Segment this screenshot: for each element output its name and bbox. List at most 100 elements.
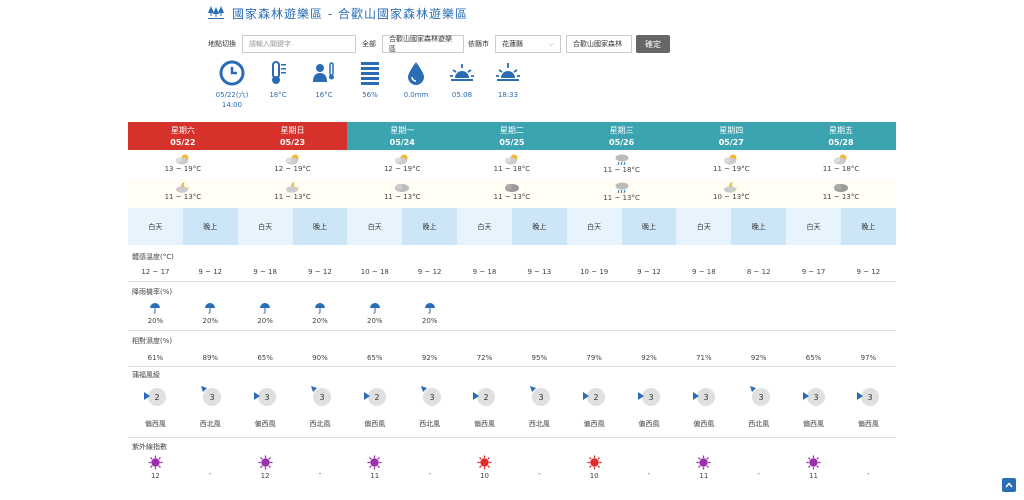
feels-value: 9 ~ 12 — [198, 268, 223, 276]
svg-text:3: 3 — [539, 393, 544, 402]
wind-direction: 西北風 — [419, 420, 441, 428]
temp-range: 11 ~ 19°C — [713, 165, 750, 173]
wind-cell: 3 西北風 — [293, 383, 348, 429]
wind-cell: 3 西北風 — [512, 383, 567, 429]
rain-value: 20% — [367, 317, 383, 325]
rain-label: 降雨機率(%) — [132, 288, 173, 296]
rainfall-now: 0.0mm — [396, 60, 436, 100]
uv-sun-icon — [258, 455, 273, 470]
wind-direction-icon: 3 — [310, 386, 331, 406]
confirm-button[interactable]: 確定 — [636, 35, 670, 53]
feels-cell: 9 ~ 12 — [183, 268, 238, 276]
humidity-cell: 65% — [786, 354, 841, 362]
rain-cell — [457, 302, 512, 325]
svg-text:3: 3 — [319, 393, 324, 402]
person-temp-icon — [313, 62, 334, 82]
uv-sun-icon — [367, 455, 382, 470]
keyword-input[interactable]: 請輸入關鍵字 — [242, 35, 356, 53]
uv-value: 10 — [589, 472, 599, 480]
uv-value: - — [647, 470, 651, 478]
day-header-row: 星期六 05/22 星期日 05/23 星期一 05/24 星期二 05/25 星期三 0… — [128, 122, 896, 150]
uv-value: 11 — [370, 472, 380, 480]
temp-range: 11 ~ 18°C — [493, 165, 531, 173]
day-temp-cell: 12 ~ 19°C — [347, 151, 457, 179]
uv-value: 11 — [809, 472, 818, 480]
uv-value: - — [757, 470, 760, 478]
humidity-cell: 72% — [457, 354, 512, 362]
uv-value: - — [867, 470, 870, 478]
county-select[interactable]: 花蓮縣 ⌵ — [495, 35, 561, 53]
rain-cell: 20% — [183, 302, 238, 325]
wind-direction-icon: 3 — [802, 388, 825, 406]
wind-cell: 2 偏西風 — [567, 383, 622, 429]
title-row: 國家森林遊樂區 - 合歡山國家森林遊樂區 — [128, 0, 896, 26]
sunrise-now: 05:08 — [442, 60, 482, 100]
svg-text:3: 3 — [758, 393, 763, 402]
area-select-2[interactable]: 合歡山國家森林 — [566, 35, 632, 53]
day-temp-cell: 11 ~ 18°C — [567, 151, 677, 179]
umbrella-icon — [314, 303, 325, 314]
feels-value: 9 ~ 12 — [637, 268, 661, 276]
feels-cell: 9 ~ 18 — [457, 268, 512, 276]
humidity-value: 92% — [421, 354, 438, 362]
svg-text:3: 3 — [648, 393, 653, 402]
night-temp-cell: 11 ~ 13°C — [347, 179, 457, 207]
feels-cell: 10 ~ 19 — [567, 268, 622, 276]
uv-sun-icon — [696, 455, 711, 470]
rain-cell: 20% — [293, 302, 348, 325]
daytime-label: 白天 — [237, 208, 293, 245]
chevron-up-icon — [1005, 482, 1013, 488]
night-temp-cell: 11 ~ 13°C — [786, 179, 896, 207]
svg-text:3: 3 — [813, 393, 818, 402]
uv-cell: 10 — [457, 455, 512, 480]
wind-direction-icon: 3 — [420, 386, 441, 406]
night-temp-cell: 10 ~ 13°C — [676, 179, 786, 207]
night-label: 晚上 — [731, 208, 787, 245]
wind-cell: 3 偏西風 — [786, 383, 841, 429]
uv-value: 10 — [480, 472, 489, 480]
wind-direction-icon: 3 — [530, 386, 551, 406]
svg-text:3: 3 — [703, 393, 708, 402]
county-label: 依縣市 — [468, 40, 489, 48]
humidity-value: 97% — [860, 354, 877, 362]
area-select[interactable]: 合歡山國家森林遊樂區 — [382, 35, 464, 53]
rain-cell — [731, 302, 786, 325]
day-header: 星期日 05/23 — [237, 122, 348, 150]
temp-range: 11 ~ 13°C — [383, 193, 421, 201]
humidity-value: 72% — [476, 354, 493, 362]
humidity-cell: 97% — [841, 354, 896, 362]
daytime-label: 白天 — [347, 208, 403, 245]
partly-cloudy-icon — [457, 153, 567, 165]
cloudy-rain-icon — [567, 153, 677, 166]
umbrella-icon — [260, 303, 271, 314]
uv-row: 12 - 12 - 11 - 10 - 10 - 11 - 11 - — [128, 455, 896, 480]
uv-value: 12 — [260, 472, 270, 480]
feels-cell: 12 ~ 17 — [128, 268, 183, 276]
temp-range: 11 ~ 18°C — [603, 166, 640, 174]
rain-cell — [676, 302, 731, 325]
forest-icon — [208, 6, 224, 19]
svg-text:2: 2 — [155, 393, 160, 402]
wind-cell: 2 偏西風 — [457, 383, 512, 429]
temp-range: 11 ~ 13°C — [603, 194, 640, 202]
thermometer-icon — [272, 61, 286, 84]
wind-cell: 3 西北風 — [183, 383, 238, 429]
wind-direction: 偏西風 — [254, 420, 276, 428]
scroll-top-button[interactable] — [1002, 478, 1016, 492]
temp-range: 11 ~ 13°C — [493, 193, 531, 201]
temp-range: 13 ~ 19°C — [164, 165, 202, 173]
day-temp-cell: 13 ~ 19°C — [128, 151, 238, 179]
rain-value: 20% — [202, 317, 219, 325]
day-temp-cell: 11 ~ 19°C — [676, 151, 786, 179]
feels-value: 12 ~ 17 — [141, 268, 170, 276]
uv-cell: - — [183, 455, 238, 480]
feels-label: 體感溫度(°C) — [132, 253, 174, 261]
wind-direction: 偏西風 — [803, 420, 825, 428]
partly-cloudy-icon — [347, 153, 457, 165]
temp-range: 11 ~ 13°C — [274, 193, 311, 201]
chevron-down-icon: ⌵ — [548, 39, 554, 48]
uv-cell: 11 — [676, 455, 731, 480]
temp-range: 11 ~ 18°C — [822, 165, 860, 173]
day-temp-cell: 11 ~ 18°C — [786, 151, 896, 179]
wind-cell: 2 偏西風 — [128, 383, 183, 429]
